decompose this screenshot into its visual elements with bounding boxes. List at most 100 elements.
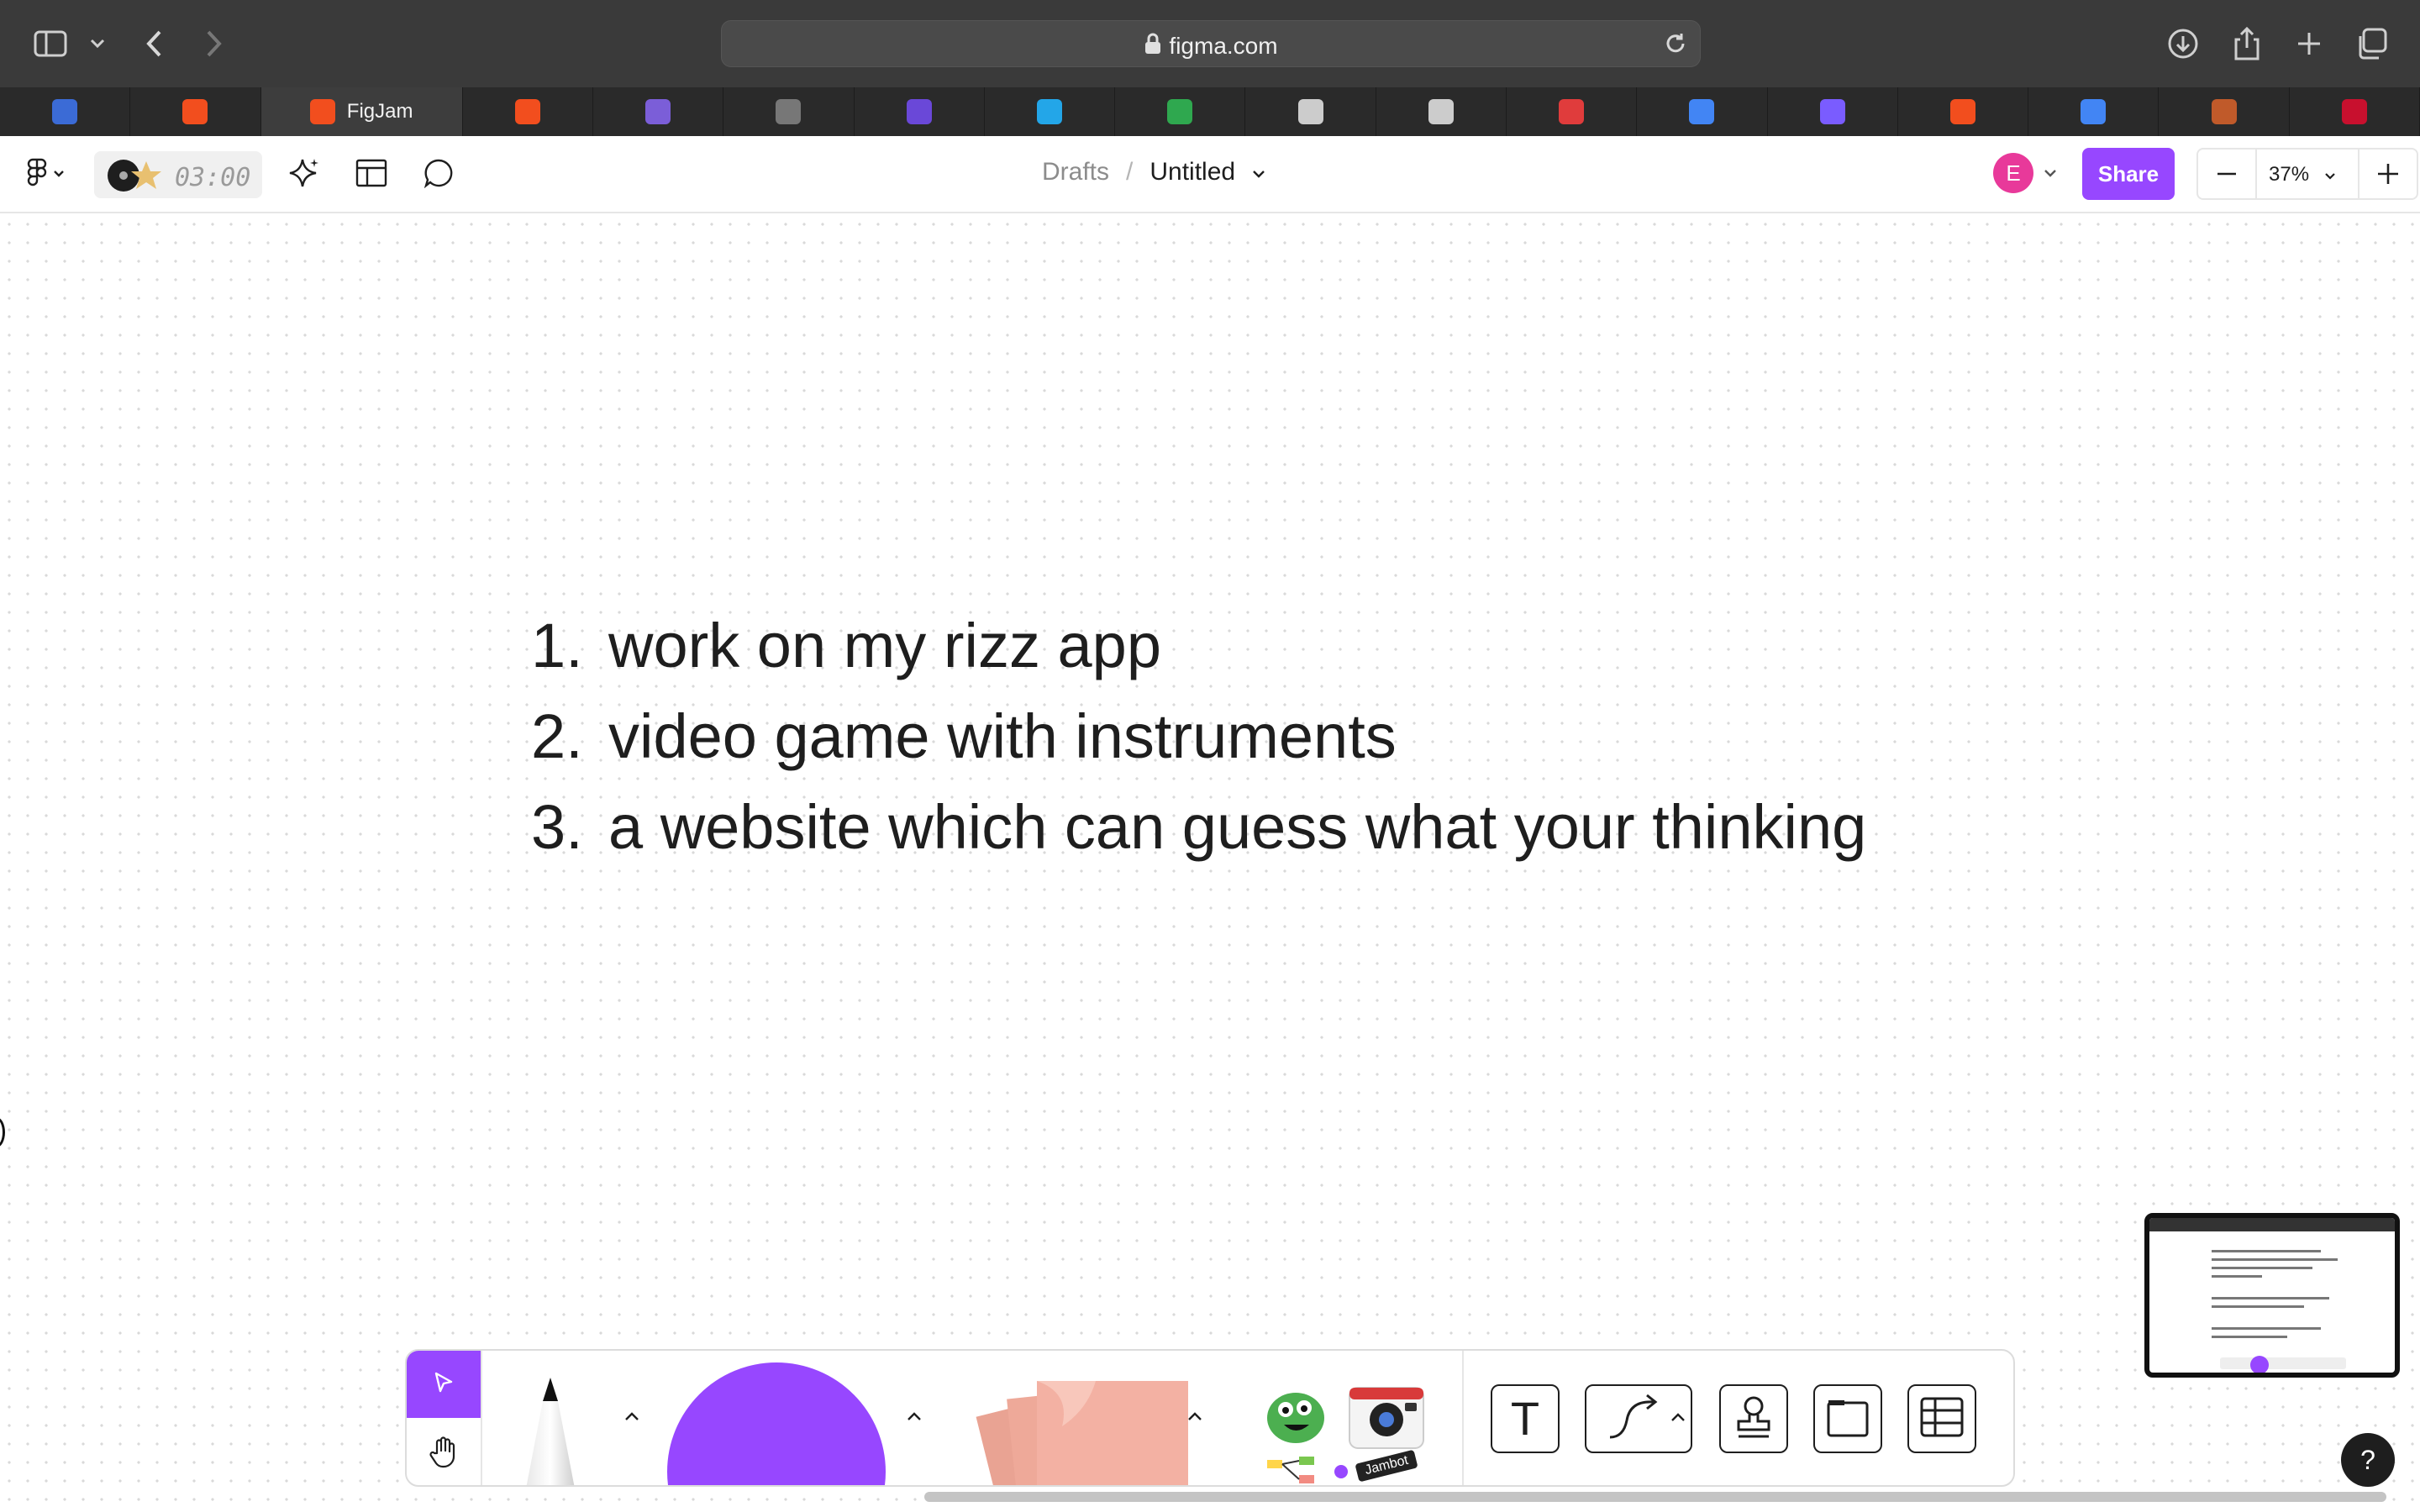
browser-tab[interactable] <box>1637 87 1768 136</box>
back-icon[interactable] <box>133 22 176 66</box>
figjam-canvas[interactable]: 1. work on my rizz app 2. video game wit… <box>0 215 2420 1512</box>
browser-tab[interactable] <box>1115 87 1246 136</box>
new-tab-icon[interactable] <box>2287 22 2331 66</box>
stickers-widgets-tool[interactable]: Jambot <box>1262 1376 1430 1485</box>
g-icon <box>776 99 802 124</box>
minimap-text-line <box>2212 1336 2287 1338</box>
browser-tab[interactable] <box>2159 87 2290 136</box>
share-button[interactable]: Share <box>2082 148 2175 200</box>
browser-toolbar: figma.com <box>0 0 2420 87</box>
file-title[interactable]: Untitled <box>1150 158 1235 186</box>
docs-icon <box>645 99 671 124</box>
clapper-icon <box>1559 99 1585 124</box>
list-item[interactable]: 2. video game with instruments <box>531 690 1866 781</box>
minimap-text-line <box>2212 1250 2321 1252</box>
select-tool[interactable] <box>407 1351 481 1418</box>
sticky-options-caret[interactable] <box>1180 1401 1210 1431</box>
browser-tab[interactable] <box>0 87 131 136</box>
url-text: figma.com <box>1169 33 1278 59</box>
browser-tab[interactable] <box>1376 87 1507 136</box>
figma-icon <box>182 99 208 124</box>
download-icon[interactable] <box>2161 22 2205 66</box>
timer-widget[interactable]: 03:00 <box>94 151 262 198</box>
zoom-level[interactable]: 37% <box>2269 163 2309 186</box>
reload-icon[interactable] <box>1663 31 1688 60</box>
text-tool[interactable]: T <box>1491 1384 1560 1453</box>
shape-tool[interactable] <box>667 1362 886 1485</box>
list-number: 3. <box>531 791 583 862</box>
sidebar-icon[interactable] <box>29 22 72 66</box>
share-sheet-icon[interactable] <box>2225 22 2269 66</box>
list-text: work on my rizz app <box>608 610 1161 680</box>
zoom-in-button[interactable] <box>2358 150 2417 198</box>
browser-tab[interactable] <box>1245 87 1376 136</box>
section-icon <box>1826 1396 1870 1442</box>
chevron-up-icon <box>1188 1412 1202 1420</box>
browser-tab[interactable] <box>1898 87 2029 136</box>
tab-strip: FigJam <box>0 87 2420 136</box>
connector-icon <box>1605 1392 1672 1446</box>
browser-tab[interactable] <box>855 87 985 136</box>
avatar[interactable]: E <box>1993 153 2033 193</box>
horizontal-scrollbar[interactable] <box>924 1492 2386 1502</box>
help-button[interactable]: ? <box>2341 1433 2395 1487</box>
bookmark-icon <box>1819 99 1845 124</box>
chevron-down-icon[interactable] <box>2324 170 2336 185</box>
forward-icon[interactable] <box>192 22 235 66</box>
browser-tab[interactable] <box>1507 87 1638 136</box>
hand-icon <box>429 1435 459 1473</box>
s-badge-icon <box>52 99 78 124</box>
table-tool[interactable] <box>1907 1384 1976 1453</box>
connector-tool[interactable] <box>1585 1384 1692 1453</box>
browser-tab[interactable] <box>593 87 724 136</box>
marker-tool[interactable] <box>516 1376 585 1485</box>
minus-icon <box>2217 172 2236 176</box>
main-menu-button[interactable] <box>20 153 71 197</box>
chevron-down-icon[interactable] <box>2044 168 2057 183</box>
browser-tab[interactable] <box>463 87 593 136</box>
comments-button[interactable] <box>417 153 460 197</box>
timer-text: 03:00 <box>175 163 251 192</box>
section-tool[interactable] <box>1813 1384 1882 1453</box>
minimap[interactable] <box>2144 1213 2400 1378</box>
shape-options-caret[interactable] <box>899 1401 929 1431</box>
chevron-up-icon <box>908 1412 921 1420</box>
list-number: 2. <box>531 701 583 771</box>
tab-overview-icon[interactable] <box>2349 22 2393 66</box>
layout-icon <box>355 159 387 192</box>
hand-tool[interactable] <box>407 1418 481 1485</box>
game-icon <box>2211 99 2237 124</box>
address-bar[interactable]: figma.com <box>721 20 1701 67</box>
figjam-header: 03:00 Drafts / Untitled E Share 37% <box>0 136 2420 213</box>
list-text: a website which can guess what your thin… <box>608 791 1867 862</box>
browser-tab[interactable] <box>985 87 1116 136</box>
creation-toolbar: Jambot T <box>405 1349 2015 1487</box>
sticky-note-tool[interactable] <box>953 1376 1192 1485</box>
minimap-shape <box>2250 1356 2269 1373</box>
numbered-list[interactable]: 1. work on my rizz app 2. video game wit… <box>531 600 1866 872</box>
list-item[interactable]: 3. a website which can guess what your t… <box>531 781 1866 872</box>
chevron-up-icon[interactable] <box>1670 1411 1686 1426</box>
marker-options-caret[interactable] <box>617 1401 647 1431</box>
chevron-down-icon[interactable] <box>1252 158 1265 186</box>
ai-sparkle-button[interactable] <box>282 153 326 197</box>
zoom-out-button[interactable] <box>2198 150 2257 198</box>
browser-tab[interactable] <box>2290 87 2420 136</box>
templates-button[interactable] <box>350 153 393 197</box>
stamp-tool[interactable] <box>1719 1384 1788 1453</box>
table-icon <box>1919 1396 1965 1442</box>
google-icon <box>1689 99 1715 124</box>
chevron-down-icon[interactable] <box>81 22 114 66</box>
browser-tab[interactable] <box>2028 87 2160 136</box>
list-item[interactable]: 1. work on my rizz app <box>531 600 1866 690</box>
minimap-toolbar <box>2220 1357 2346 1369</box>
browser-tab[interactable] <box>1768 87 1898 136</box>
browser-tab[interactable] <box>723 87 855 136</box>
breadcrumb-drafts[interactable]: Drafts <box>1042 158 1109 186</box>
browser-tab[interactable] <box>130 87 261 136</box>
minimap-header <box>2149 1218 2395 1231</box>
zoom-controls: 37% <box>2196 148 2418 200</box>
list-number: 1. <box>531 610 583 680</box>
figma-icon <box>309 99 335 124</box>
browser-tab[interactable]: FigJam <box>260 87 463 136</box>
